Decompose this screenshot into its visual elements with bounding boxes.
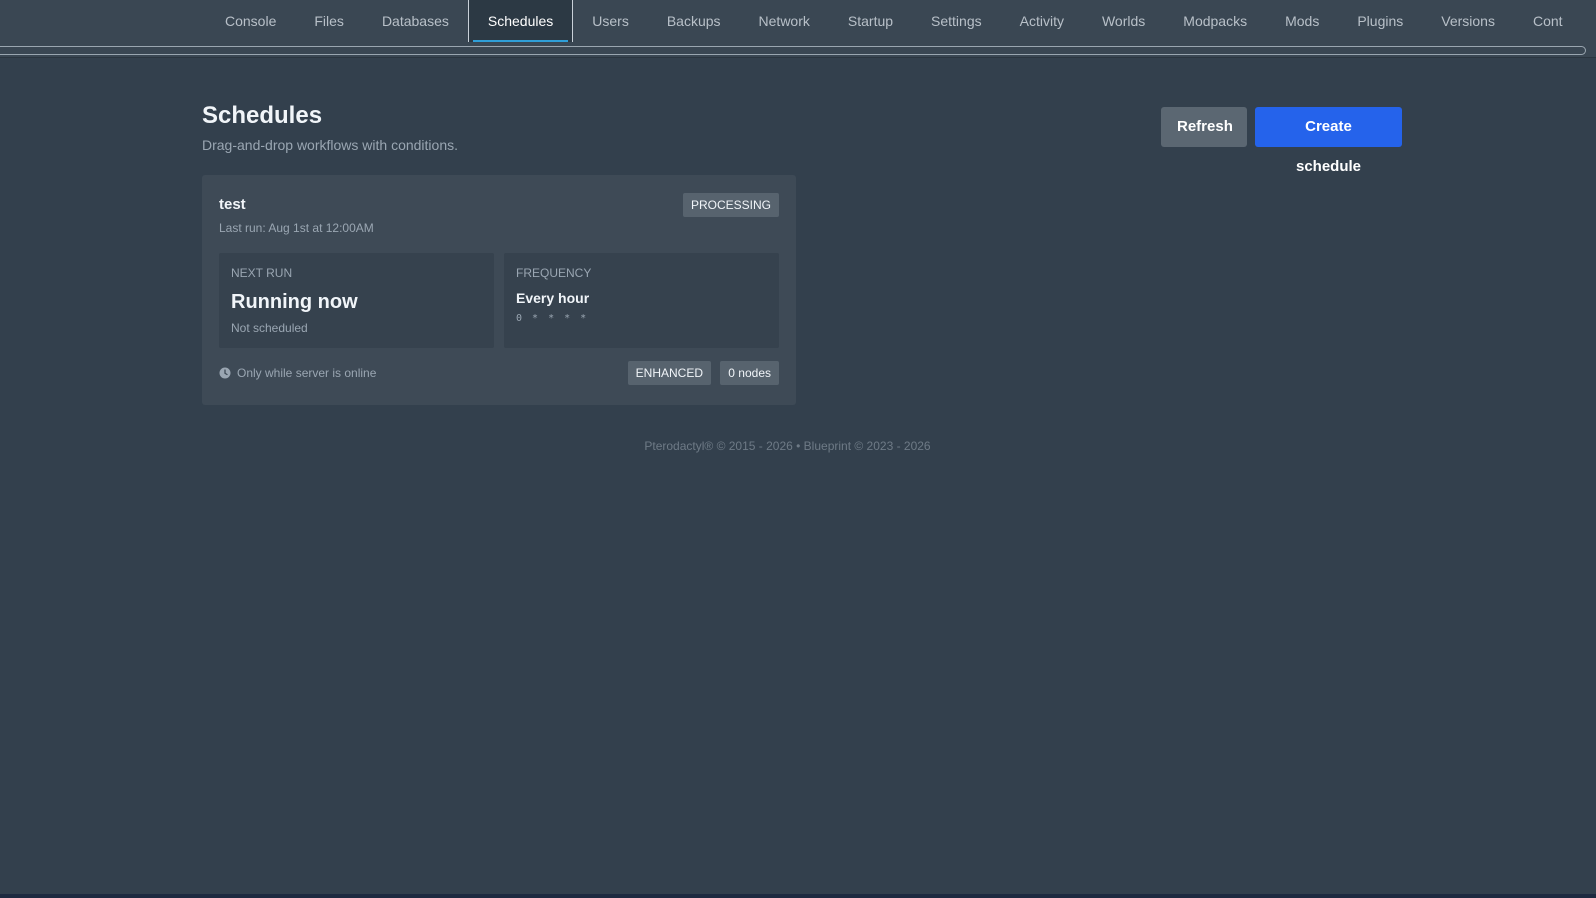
frequency-cron: 0 * * * * — [516, 313, 589, 324]
tab-modpacks[interactable]: Modpacks — [1164, 0, 1266, 42]
mode-badge: ENHANCED — [627, 361, 711, 385]
frequency-label: FREQUENCY — [516, 266, 592, 280]
condition-text: Only while server is online — [237, 366, 377, 380]
tab-files[interactable]: Files — [295, 0, 363, 42]
page-title: Schedules — [202, 102, 323, 129]
tab-scrollbar[interactable] — [0, 46, 1586, 55]
refresh-button[interactable]: Refresh — [1161, 107, 1247, 147]
tab-users[interactable]: Users — [573, 0, 648, 42]
footer-copyright: Pterodactyl® © 2015 - 2026 • Blueprint ©… — [644, 439, 931, 453]
tab-mods[interactable]: Mods — [1266, 0, 1338, 42]
tab-plugins[interactable]: Plugins — [1338, 0, 1422, 42]
next-run-panel: NEXT RUN Running now Not scheduled — [219, 253, 494, 348]
tab-settings[interactable]: Settings — [912, 0, 1001, 42]
tab-versions[interactable]: Versions — [1422, 0, 1514, 42]
condition-note: Only while server is online — [219, 366, 376, 380]
schedule-card[interactable]: test Last run: Aug 1st at 12:00AM PROCES… — [202, 175, 796, 405]
schedule-last-run: Last run: Aug 1st at 12:00AM — [219, 221, 374, 235]
next-run-sub: Not scheduled — [231, 321, 308, 335]
frequency-value: Every hour — [516, 290, 590, 306]
tab-worlds[interactable]: Worlds — [1083, 0, 1164, 42]
schedule-name: test — [219, 196, 246, 213]
nodes-badge: 0 nodes — [720, 361, 779, 385]
next-run-label: NEXT RUN — [231, 266, 293, 280]
create-schedule-button[interactable]: Create schedule — [1255, 107, 1402, 175]
bottom-bar — [0, 894, 1596, 898]
clock-icon — [219, 367, 231, 379]
tab-cont[interactable]: Cont — [1514, 0, 1582, 42]
tab-startup[interactable]: Startup — [829, 0, 912, 42]
tab-backups[interactable]: Backups — [648, 0, 740, 42]
tab-bar: Console Files Databases Schedules Users … — [206, 0, 1582, 42]
tab-activity[interactable]: Activity — [1001, 0, 1083, 42]
tab-databases[interactable]: Databases — [363, 0, 468, 42]
top-navigation: Console Files Databases Schedules Users … — [0, 0, 1596, 58]
next-run-value: Running now — [231, 291, 358, 313]
tab-schedules[interactable]: Schedules — [467, 0, 574, 42]
tab-network[interactable]: Network — [740, 0, 829, 42]
page-subtitle: Drag-and-drop workflows with conditions. — [202, 137, 458, 153]
frequency-panel: FREQUENCY Every hour 0 * * * * — [504, 253, 779, 348]
tab-console[interactable]: Console — [206, 0, 295, 42]
status-badge: PROCESSING — [682, 193, 779, 217]
